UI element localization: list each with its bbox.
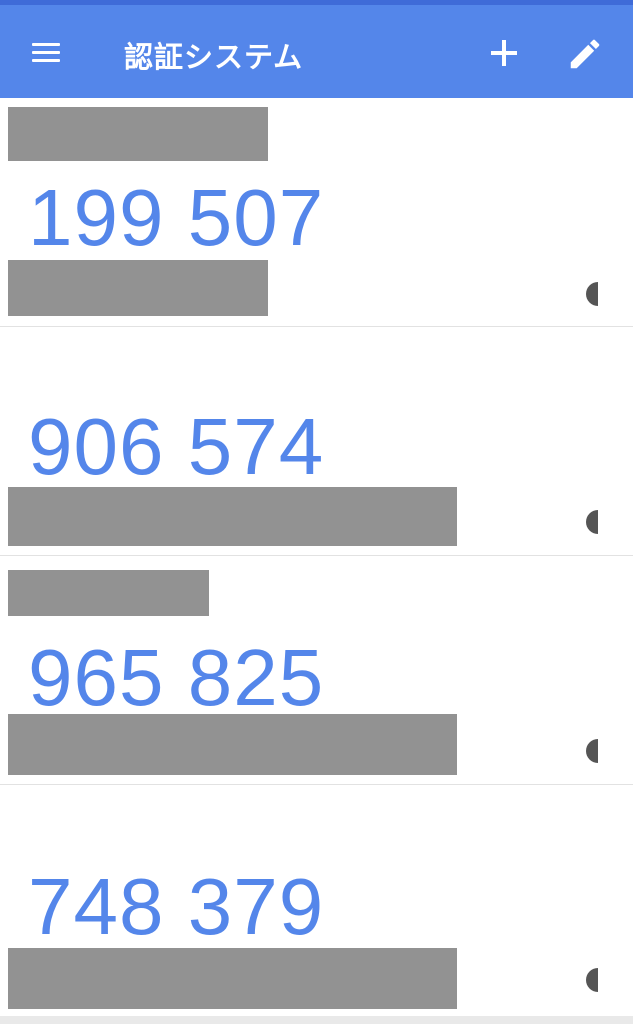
otp-code: 965 825 [28,633,325,722]
menu-icon[interactable] [28,37,64,67]
account-name-redacted [8,948,457,1009]
issuer-label-redacted [8,107,268,161]
list-item[interactable]: 906 574 [0,327,633,556]
app-bar: 認証システム [0,5,633,98]
otp-code: 199 507 [28,173,325,262]
edit-button[interactable] [566,35,604,73]
countdown-timer-icon [586,282,598,306]
list-item[interactable]: 965 825 [0,556,633,785]
countdown-timer-icon [586,739,598,763]
plus-icon [491,40,517,66]
otp-code: 906 574 [28,402,325,491]
add-account-button[interactable] [486,35,522,71]
issuer-label-redacted [8,570,209,616]
account-name-redacted [8,714,457,775]
pencil-icon [570,39,600,69]
otp-code: 748 379 [28,862,325,951]
list-item[interactable]: 748 379 [0,785,633,1014]
countdown-timer-icon [586,510,598,534]
page-title: 認証システム [124,40,304,74]
bottom-edge [0,1016,633,1024]
account-name-redacted [8,260,268,316]
account-name-redacted [8,487,457,546]
list-item[interactable]: 199 507 [0,98,633,327]
countdown-timer-icon [586,968,598,992]
